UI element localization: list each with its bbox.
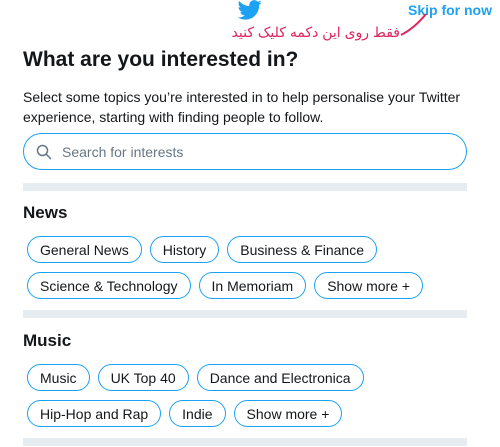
section-divider	[23, 183, 467, 191]
annotation-text: فقط روی این دکمه کلیک کنید	[231, 24, 400, 40]
music-chips: Music UK Top 40 Dance and Electronica Hi…	[27, 364, 467, 436]
chip-history[interactable]: History	[149, 236, 220, 263]
news-chips: General News History Business & Finance …	[27, 236, 467, 308]
search-input[interactable]	[62, 143, 442, 160]
section-divider	[23, 310, 467, 318]
section-title-music: Music	[23, 331, 72, 350]
twitter-bird-icon	[235, 0, 265, 20]
chip-uk-top-40[interactable]: UK Top 40	[97, 364, 189, 391]
page-title: What are you interested in?	[23, 48, 299, 71]
section-divider	[23, 438, 467, 446]
search-box[interactable]	[23, 133, 467, 170]
show-more-news-button[interactable]: Show more +	[314, 272, 424, 299]
chip-dance-electronica[interactable]: Dance and Electronica	[196, 364, 364, 391]
chip-indie[interactable]: Indie	[169, 400, 226, 427]
section-title-news: News	[23, 203, 68, 222]
chip-business-finance[interactable]: Business & Finance	[227, 236, 377, 263]
chip-general-news[interactable]: General News	[27, 236, 142, 263]
chip-music[interactable]: Music	[27, 364, 90, 391]
show-more-music-button[interactable]: Show more +	[233, 400, 343, 427]
interests-page: Skip for now فقط روی این دکمه کلیک کنید …	[0, 0, 500, 447]
search-icon	[36, 144, 52, 160]
annotation-arrow-icon	[399, 11, 429, 37]
chip-science-technology[interactable]: Science & Technology	[27, 272, 191, 299]
page-subtitle: Select some topics you’re interested in …	[23, 89, 461, 125]
chip-in-memoriam[interactable]: In Memoriam	[198, 272, 307, 299]
chip-hip-hop-rap[interactable]: Hip-Hop and Rap	[27, 400, 162, 427]
